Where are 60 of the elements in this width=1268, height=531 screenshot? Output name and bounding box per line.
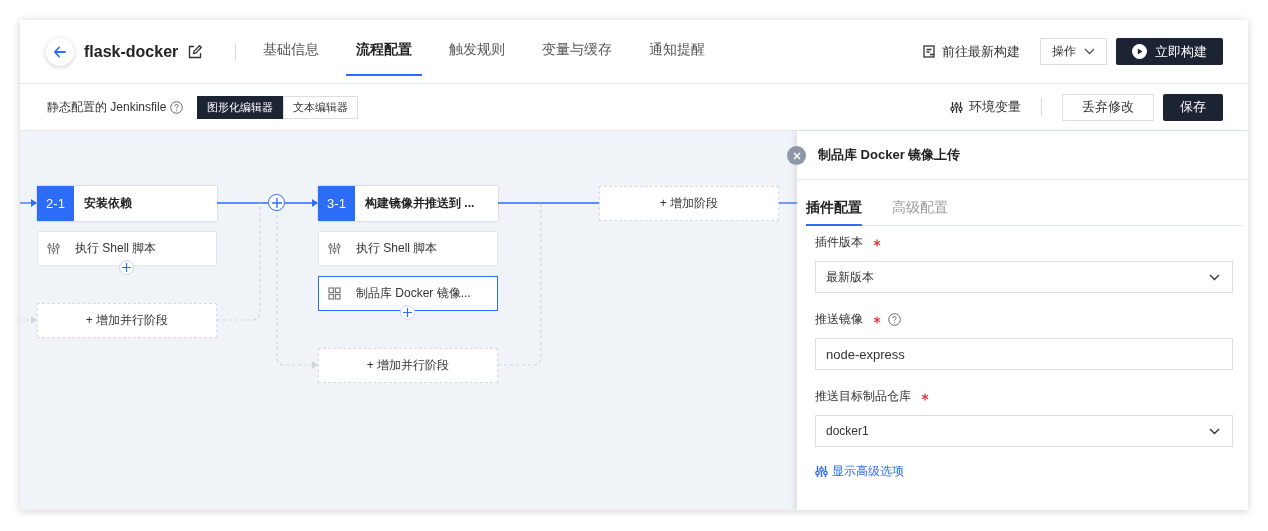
chevron-down-icon: [1084, 48, 1095, 55]
stage-name: 构建镜像并推送到 ...: [364, 195, 475, 212]
help-icon[interactable]: [170, 100, 184, 114]
select-field[interactable]: 最新版本: [815, 261, 1233, 293]
task-card[interactable]: 制品库 Docker 镜像...: [318, 276, 498, 311]
panel-tab[interactable]: 插件配置: [806, 192, 862, 226]
actions-dropdown[interactable]: 操作: [1040, 38, 1107, 65]
close-button[interactable]: [787, 146, 806, 165]
nav-tab[interactable]: 变量与缓存: [532, 26, 623, 76]
help-icon[interactable]: [888, 313, 901, 326]
edit-icon[interactable]: [188, 44, 203, 59]
grid-icon: [328, 287, 341, 300]
run-build-button[interactable]: 立即构建: [1116, 38, 1223, 65]
chevron-down-icon: [1209, 273, 1220, 281]
plus-icon: [271, 197, 282, 208]
plus-icon: [122, 263, 131, 272]
stage-name: 安装依赖: [83, 195, 132, 212]
connector-line: [20, 199, 37, 207]
add-parallel-stage-button[interactable]: + 增加并行阶段: [318, 348, 498, 383]
nav-tab[interactable]: 触发规则: [439, 26, 516, 76]
stage-card[interactable]: 2-1 安装依赖: [37, 186, 217, 221]
sliders-icon: [47, 242, 60, 255]
field-label: 插件版本: [815, 234, 863, 251]
env-vars-button[interactable]: 环境变量: [950, 98, 1021, 116]
latest-build-link[interactable]: 前往最新构建: [923, 42, 1020, 61]
task-card[interactable]: 执行 Shell 脚本: [37, 231, 217, 266]
select-field[interactable]: docker1: [815, 415, 1233, 447]
save-button[interactable]: 保存: [1163, 93, 1223, 121]
editor-mode-tab[interactable]: 图形化编辑器: [197, 95, 284, 119]
show-advanced-link[interactable]: 显示高级选项: [815, 463, 1233, 480]
task-card[interactable]: 执行 Shell 脚本: [318, 231, 498, 266]
add-stage-button[interactable]: + 增加阶段: [599, 186, 779, 221]
stage-card[interactable]: 3-1 构建镜像并推送到 ...: [318, 186, 498, 221]
document-icon: [923, 45, 936, 58]
panel-title: 制品库 Docker 镜像上传: [818, 146, 961, 164]
project-title: flask-docker: [84, 42, 179, 61]
nav-tab[interactable]: 通知提醒: [639, 26, 716, 76]
field-label: 推送镜像: [815, 311, 863, 328]
sliders-icon: [815, 465, 828, 478]
input-field[interactable]: node-express: [815, 338, 1233, 370]
field-label: 推送目标制品仓库: [815, 388, 911, 405]
back-button[interactable]: [46, 37, 74, 66]
nav-tab[interactable]: 基础信息: [253, 26, 330, 76]
editor-mode-tab[interactable]: 文本编辑器: [283, 95, 359, 119]
plus-icon: [403, 308, 412, 317]
stage-number: 2-1: [37, 186, 74, 221]
chevron-down-icon: [1209, 427, 1220, 435]
play-icon: [1132, 44, 1147, 59]
add-parallel-stage-button[interactable]: + 增加并行阶段: [37, 303, 217, 338]
back-arrow-icon: [53, 44, 67, 59]
sliders-icon: [950, 100, 963, 114]
nav-tab[interactable]: 流程配置: [346, 26, 423, 76]
discard-changes-button[interactable]: 丢弃修改: [1062, 93, 1154, 121]
sliders-icon: [328, 242, 341, 255]
jenkinsfile-label: 静态配置的 Jenkinsfile: [47, 98, 167, 116]
add-stage-button[interactable]: [268, 194, 285, 211]
stage-number: 3-1: [318, 186, 355, 221]
connector-line: [778, 202, 797, 204]
close-icon: [792, 151, 801, 160]
connector-line: [20, 316, 37, 324]
